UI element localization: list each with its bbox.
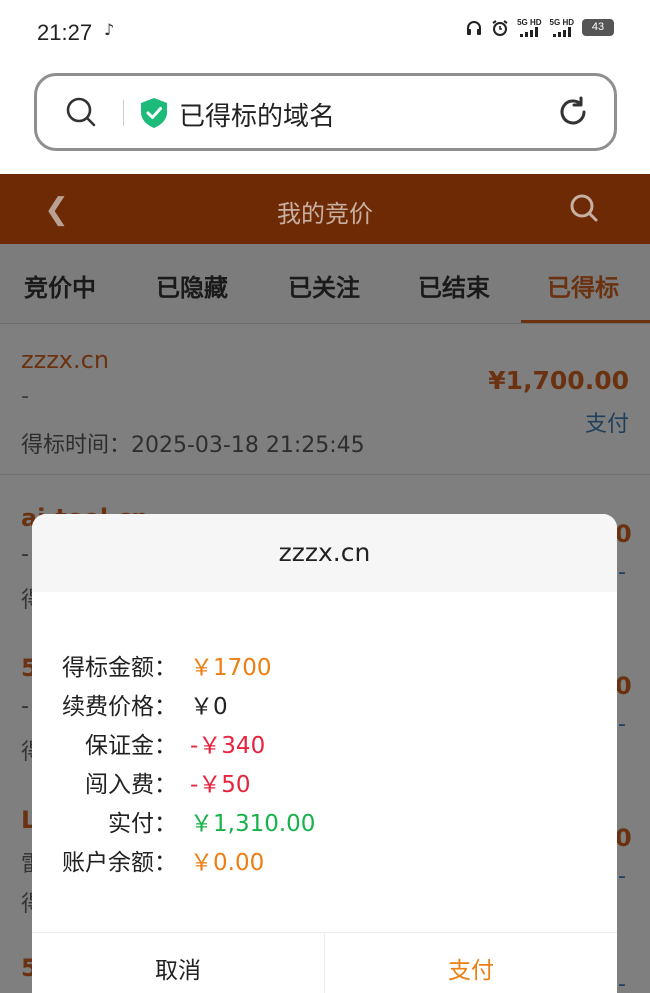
tab-followed[interactable]: 已关注 bbox=[288, 268, 360, 303]
row-value: ￥0.00 bbox=[190, 850, 265, 876]
list-item-dash: - bbox=[21, 384, 29, 409]
list-item-price: 0 bbox=[615, 672, 632, 700]
headphones-icon bbox=[467, 20, 482, 35]
row-label: 闯入费： bbox=[85, 772, 177, 798]
tab-hidden[interactable]: 已隐藏 bbox=[156, 268, 228, 303]
cancel-button[interactable]: 取消 bbox=[32, 933, 325, 993]
row-label: 得标金额： bbox=[62, 655, 177, 681]
dialog-actions: 取消 支付 bbox=[32, 932, 617, 993]
list-divider bbox=[0, 474, 650, 475]
tab-bidding[interactable]: 竞价中 bbox=[24, 268, 96, 303]
row-deposit: 保证金： -￥340 bbox=[32, 726, 617, 760]
address-bar[interactable]: 已得标的域名 bbox=[34, 73, 617, 151]
list-item-pay-link[interactable]: - bbox=[618, 864, 626, 889]
row-value: ￥1700 bbox=[190, 655, 272, 681]
app-header: ❮ 我的竞价 bbox=[0, 174, 650, 244]
app-title: 我的竞价 bbox=[277, 200, 373, 228]
active-tab-indicator bbox=[521, 320, 650, 323]
tab-bar: 竞价中 已隐藏 已关注 已结束 已得标 bbox=[0, 244, 650, 324]
alarm-icon bbox=[492, 19, 508, 36]
row-label: 保证金： bbox=[85, 733, 177, 759]
payment-dialog: zzzx.cn 得标金额： ￥1700 续费价格： ￥0 保证金： -￥340 … bbox=[32, 514, 617, 993]
list-item-dash: - bbox=[21, 694, 29, 719]
search-icon[interactable] bbox=[568, 192, 600, 224]
shield-check-icon bbox=[141, 98, 167, 128]
pay-button[interactable]: 支付 bbox=[325, 933, 617, 993]
browser-bar: 已得标的域名 bbox=[0, 64, 650, 174]
music-note-icon: ♪ bbox=[104, 20, 115, 39]
row-account-balance: 账户余额： ￥0.00 bbox=[32, 843, 617, 877]
row-value: ￥0 bbox=[190, 694, 228, 720]
row-label: 实付： bbox=[108, 811, 177, 837]
row-actual-payment: 实付： ￥1,310.00 bbox=[32, 804, 617, 838]
list-item-price: 0 bbox=[615, 824, 632, 852]
row-label: 续费价格： bbox=[62, 694, 177, 720]
list-item-pay-link[interactable]: - bbox=[618, 972, 626, 993]
row-renewal-price: 续费价格： ￥0 bbox=[32, 687, 617, 721]
row-label: 账户余额： bbox=[62, 850, 177, 876]
page-title: 已得标的域名 bbox=[179, 102, 336, 132]
status-bar: 21:27 ♪ 5G HD 5G HD 43 bbox=[0, 0, 650, 64]
dialog-title: zzzx.cn bbox=[278, 538, 371, 567]
list-item-pay-link[interactable]: - bbox=[618, 560, 626, 585]
address-divider bbox=[123, 100, 124, 126]
tab-won[interactable]: 已得标 bbox=[547, 268, 619, 303]
status-icons: 5G HD 5G HD 43 bbox=[465, 18, 614, 37]
row-entry-fee: 闯入费： -￥50 bbox=[32, 765, 617, 799]
list-item-pay-link[interactable]: 支付 bbox=[585, 406, 629, 438]
tab-ended[interactable]: 已结束 bbox=[418, 268, 490, 303]
signal-2: 5G HD bbox=[550, 18, 574, 37]
list-item-price: ¥1,700.00 bbox=[488, 366, 629, 395]
list-item-price: 0 bbox=[615, 520, 632, 548]
list-item-pay-link[interactable]: - bbox=[618, 712, 626, 737]
search-icon[interactable] bbox=[65, 96, 97, 128]
row-value: -￥50 bbox=[190, 772, 251, 798]
refresh-icon[interactable] bbox=[556, 95, 590, 129]
signal-1: 5G HD bbox=[517, 18, 542, 37]
list-item-dash: - bbox=[21, 542, 29, 567]
status-time: 21:27 bbox=[37, 20, 93, 45]
battery-indicator: 43 bbox=[582, 19, 614, 36]
row-win-amount: 得标金额： ￥1700 bbox=[32, 648, 617, 682]
row-value: ￥1,310.00 bbox=[190, 811, 316, 837]
list-item-domain[interactable]: zzzx.cn bbox=[21, 346, 109, 374]
list-item-time: 得标时间：2025-03-18 21:25:45 bbox=[21, 433, 365, 458]
row-value: -￥340 bbox=[190, 733, 266, 759]
